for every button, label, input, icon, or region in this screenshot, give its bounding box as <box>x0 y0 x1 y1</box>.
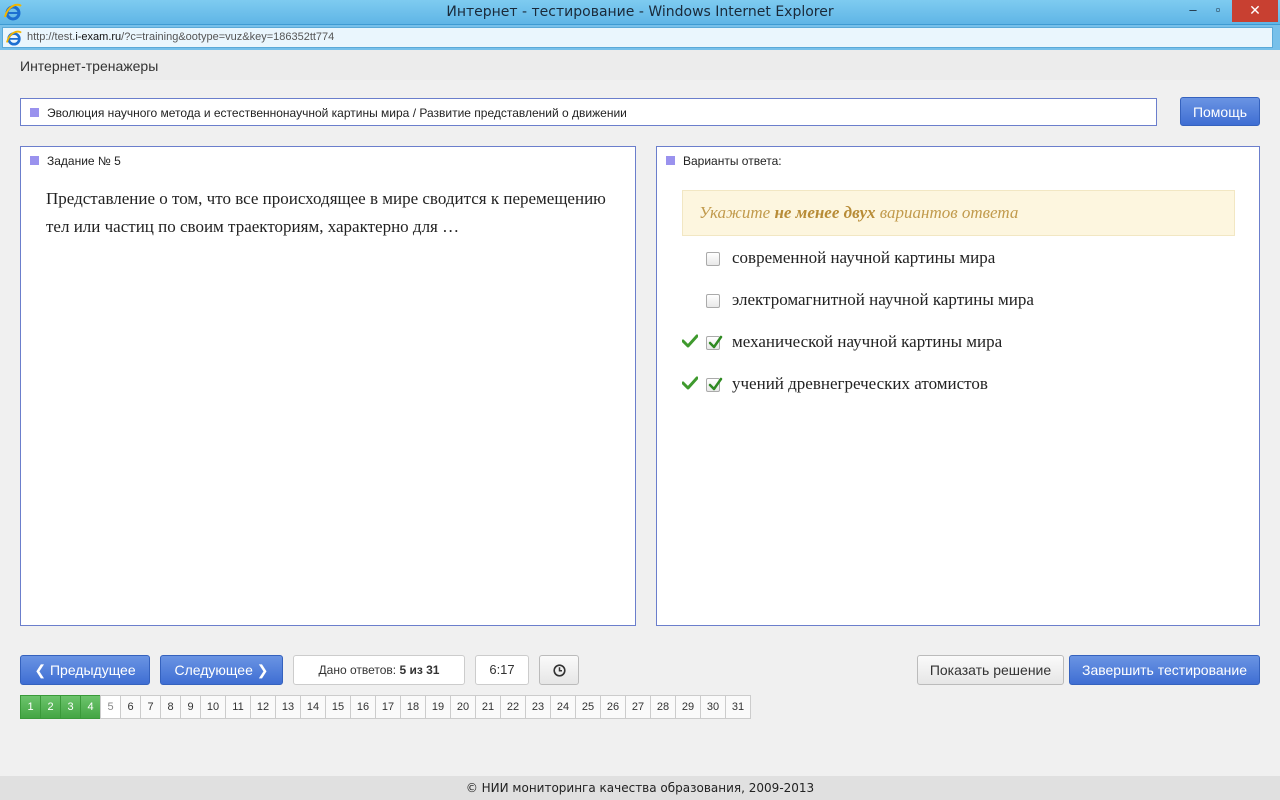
page-button-2[interactable]: 2 <box>40 695 61 719</box>
url-rest: /?c=training&ootype=vuz&key=186352tt774 <box>121 31 335 43</box>
option-checkbox[interactable] <box>706 252 720 266</box>
page-button-16[interactable]: 16 <box>350 695 376 719</box>
counter-value: 5 из 31 <box>399 663 440 677</box>
page-button-15[interactable]: 15 <box>325 695 351 719</box>
clock-button[interactable] <box>539 655 579 685</box>
page-button-19[interactable]: 19 <box>425 695 451 719</box>
breadcrumb-text: Эволюция научного метода и естественнона… <box>47 106 627 120</box>
url-text: http://test.i-exam.ru/?c=training&ootype… <box>27 31 334 43</box>
correct-check-icon <box>682 376 698 390</box>
page-button-8[interactable]: 8 <box>160 695 181 719</box>
answers-counter: Дано ответов: 5 из 31 <box>293 655 465 685</box>
answer-hint: Укажите не менее двух вариантов ответа <box>682 190 1235 236</box>
previous-button[interactable]: ❮ Предыдущее <box>20 655 150 685</box>
square-bullet-icon <box>666 156 675 165</box>
chevron-left-icon: ❮ <box>34 662 50 678</box>
option-checkbox-checked[interactable] <box>706 335 723 350</box>
option-label: электромагнитной научной картины мира <box>732 290 1034 309</box>
page-button-24[interactable]: 24 <box>550 695 576 719</box>
page-button-20[interactable]: 20 <box>450 695 476 719</box>
counter-label: Дано ответов: <box>318 663 400 677</box>
window-title: Интернет - тестирование - Windows Intern… <box>446 4 834 20</box>
page-content: Интернет-тренажеры Эволюция научного мет… <box>0 50 1280 776</box>
page-button-3[interactable]: 3 <box>60 695 81 719</box>
question-text: Представление о том, что все происходяще… <box>46 189 606 236</box>
next-button[interactable]: Следующее ❯ <box>160 655 283 685</box>
page-button-31[interactable]: 31 <box>725 695 751 719</box>
show-solution-button[interactable]: Показать решение <box>917 655 1064 685</box>
page-button-4[interactable]: 4 <box>80 695 101 719</box>
finish-test-button[interactable]: Завершить тестирование <box>1069 655 1260 685</box>
answer-option-1[interactable]: современной научной картины мира <box>657 246 1257 270</box>
question-pager: 1 2 3 4 5 6 7 8 9 10 11 12 13 14 15 16 17 18 19 20 21 22 23 24 2… <box>20 695 751 719</box>
brand-title: Интернет-тренажеры <box>20 58 159 74</box>
page-button-11[interactable]: 11 <box>225 695 251 719</box>
option-label: механической научной картины мира <box>732 332 1003 351</box>
page-button-7[interactable]: 7 <box>140 695 161 719</box>
option-label: современной научной картины мира <box>732 248 996 267</box>
window-titlebar: Интернет - тестирование - Windows Intern… <box>0 0 1280 25</box>
page-button-13[interactable]: 13 <box>275 695 301 719</box>
address-bar: http://test.i-exam.ru/?c=training&ootype… <box>0 25 1280 50</box>
page-button-12[interactable]: 12 <box>250 695 276 719</box>
hint-prefix: Укажите <box>699 203 775 222</box>
answers-header: Варианты ответа: <box>683 154 782 168</box>
page-button-28[interactable]: 28 <box>650 695 676 719</box>
page-button-27[interactable]: 27 <box>625 695 651 719</box>
page-button-23[interactable]: 23 <box>525 695 551 719</box>
help-button[interactable]: Помощь <box>1180 97 1260 126</box>
page-button-10[interactable]: 10 <box>200 695 226 719</box>
page-button-25[interactable]: 25 <box>575 695 601 719</box>
hint-suffix: вариантов ответа <box>875 203 1019 222</box>
address-field[interactable]: http://test.i-exam.ru/?c=training&ootype… <box>2 27 1273 48</box>
page-button-5[interactable]: 5 <box>100 695 121 719</box>
task-panel: Задание № 5 Представление о том, что все… <box>20 146 636 626</box>
close-button[interactable]: ✕ <box>1232 0 1278 22</box>
url-domain: i-exam.ru <box>75 31 122 43</box>
option-checkbox[interactable] <box>706 294 720 308</box>
page-button-18[interactable]: 18 <box>400 695 426 719</box>
page-button-29[interactable]: 29 <box>675 695 701 719</box>
square-bullet-icon <box>30 156 39 165</box>
option-label: учений древнегреческих атомистов <box>732 374 988 393</box>
checkmark-icon <box>708 377 723 391</box>
square-bullet-icon <box>30 108 39 117</box>
breadcrumb: Эволюция научного метода и естественнона… <box>20 98 1157 126</box>
page-button-9[interactable]: 9 <box>180 695 201 719</box>
page-button-17[interactable]: 17 <box>375 695 401 719</box>
clock-icon <box>553 664 566 677</box>
page-button-22[interactable]: 22 <box>500 695 526 719</box>
chevron-right-icon: ❯ <box>252 662 269 678</box>
correct-check-icon <box>682 334 698 348</box>
answers-panel: Варианты ответа: Укажите не менее двух в… <box>656 146 1260 626</box>
page-button-1[interactable]: 1 <box>20 695 41 719</box>
page-button-6[interactable]: 6 <box>120 695 141 719</box>
next-label: Следующее <box>174 662 253 678</box>
footer-copyright: © НИИ мониторинга качества образования, … <box>0 776 1280 800</box>
brand-bar: Интернет-тренажеры <box>0 50 1280 80</box>
maximize-button[interactable]: ▫ <box>1203 0 1233 22</box>
option-checkbox-checked[interactable] <box>706 377 723 392</box>
page-button-14[interactable]: 14 <box>300 695 326 719</box>
timer-display: 6:17 <box>475 655 529 685</box>
page-button-21[interactable]: 21 <box>475 695 501 719</box>
hint-bold: не менее двух <box>774 203 876 222</box>
page-button-30[interactable]: 30 <box>700 695 726 719</box>
answer-option-2[interactable]: электромагнитной научной картины мира <box>657 288 1257 312</box>
ie-page-icon <box>6 30 22 46</box>
answer-option-3[interactable]: механической научной картины мира <box>657 330 1257 354</box>
answer-option-4[interactable]: учений древнегреческих атомистов <box>657 372 1257 396</box>
task-header: Задание № 5 <box>47 154 121 168</box>
previous-label: Предыдущее <box>49 662 136 678</box>
page-button-26[interactable]: 26 <box>600 695 626 719</box>
checkmark-icon <box>708 335 723 349</box>
url-prefix: http://test. <box>27 31 76 43</box>
